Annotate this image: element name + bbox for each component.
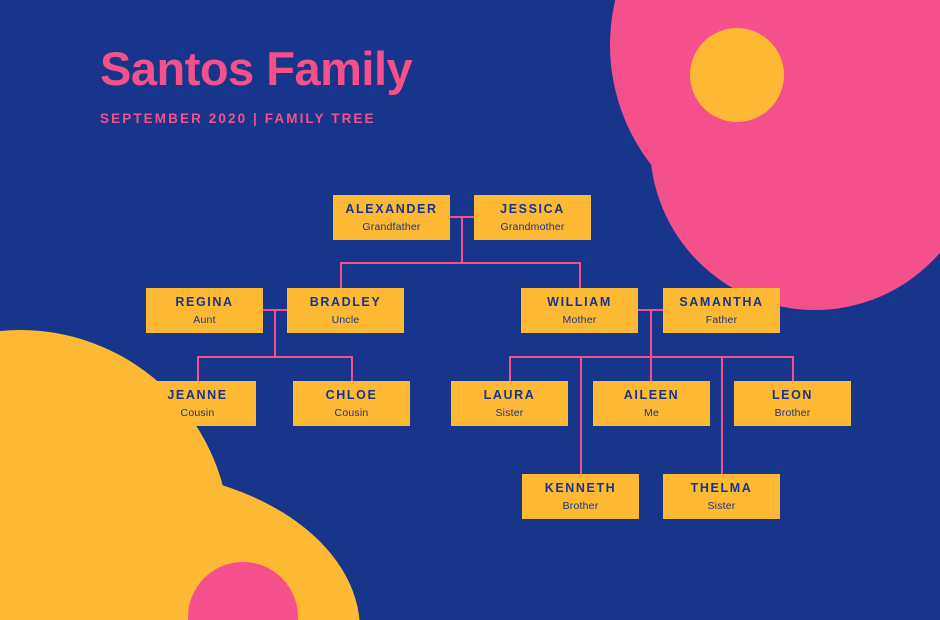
person-name: JEANNE bbox=[167, 387, 228, 402]
person-relation: Me bbox=[644, 407, 659, 419]
person-card-regina[interactable]: REGINA Aunt bbox=[146, 288, 263, 333]
person-card-aileen[interactable]: AILEEN Me bbox=[593, 381, 710, 426]
connector-drop-to-jeanne bbox=[197, 356, 199, 382]
person-card-kenneth[interactable]: KENNETH Brother bbox=[522, 474, 639, 519]
person-relation: Father bbox=[705, 314, 738, 326]
person-name: CHLOE bbox=[325, 387, 378, 402]
person-name: SAMANTHA bbox=[679, 294, 764, 309]
connector-drop-from-regina-bradley bbox=[274, 309, 276, 358]
person-relation: Brother bbox=[562, 500, 599, 512]
person-card-chloe[interactable]: CHLOE Cousin bbox=[293, 381, 410, 426]
connector-drop-to-thelma bbox=[721, 356, 723, 475]
connector-drop-to-bradley bbox=[340, 262, 342, 289]
person-card-jessica[interactable]: JESSICA Grandmother bbox=[474, 195, 591, 240]
person-relation: Brother bbox=[774, 407, 811, 419]
connector-sibling-bar-gen2 bbox=[340, 262, 581, 264]
person-name: JESSICA bbox=[500, 201, 565, 216]
person-card-bradley[interactable]: BRADLEY Uncle bbox=[287, 288, 404, 333]
person-card-alexander[interactable]: ALEXANDER Grandfather bbox=[333, 195, 450, 240]
person-name: LEON bbox=[771, 387, 814, 402]
person-card-thelma[interactable]: THELMA Sister bbox=[663, 474, 780, 519]
person-name: REGINA bbox=[175, 294, 234, 309]
person-relation: Mother bbox=[562, 314, 597, 326]
person-name: WILLIAM bbox=[547, 294, 612, 309]
person-relation: Uncle bbox=[331, 314, 360, 326]
person-card-laura[interactable]: LAURA Sister bbox=[451, 381, 568, 426]
person-name: KENNETH bbox=[544, 480, 617, 495]
person-name: BRADLEY bbox=[309, 294, 382, 309]
person-name: LAURA bbox=[483, 387, 536, 402]
connector-drop-to-william bbox=[579, 262, 581, 289]
connector-drop-to-aileen bbox=[650, 356, 652, 382]
person-relation: Grandfather bbox=[362, 221, 421, 233]
person-card-leon[interactable]: LEON Brother bbox=[734, 381, 851, 426]
person-relation: Sister bbox=[707, 500, 736, 512]
person-relation: Cousin bbox=[180, 407, 215, 419]
person-relation: Sister bbox=[495, 407, 524, 419]
connector-drop-from-william-samantha bbox=[650, 309, 652, 358]
family-tree-canvas: ALEXANDER Grandfather JESSICA Grandmother RE… bbox=[0, 0, 940, 620]
person-card-william[interactable]: WILLIAM Mother bbox=[521, 288, 638, 333]
person-name: AILEEN bbox=[623, 387, 680, 402]
connector-drop-to-leon bbox=[792, 356, 794, 382]
person-card-samantha[interactable]: SAMANTHA Father bbox=[663, 288, 780, 333]
person-card-jeanne[interactable]: JEANNE Cousin bbox=[139, 381, 256, 426]
connector-sibling-bar-left bbox=[197, 356, 353, 358]
person-name: ALEXANDER bbox=[345, 201, 438, 216]
person-relation: Grandmother bbox=[500, 221, 565, 233]
person-relation: Aunt bbox=[193, 314, 216, 326]
family-tree-poster: Santos Family SEPTEMBER 2020 | FAMILY TR… bbox=[0, 0, 940, 620]
connector-drop-to-laura bbox=[509, 356, 511, 382]
connector-drop-from-grandparents bbox=[461, 216, 463, 263]
connector-drop-to-kenneth bbox=[580, 356, 582, 475]
person-relation: Cousin bbox=[334, 407, 369, 419]
connector-drop-to-chloe bbox=[351, 356, 353, 382]
person-name: THELMA bbox=[690, 480, 753, 495]
